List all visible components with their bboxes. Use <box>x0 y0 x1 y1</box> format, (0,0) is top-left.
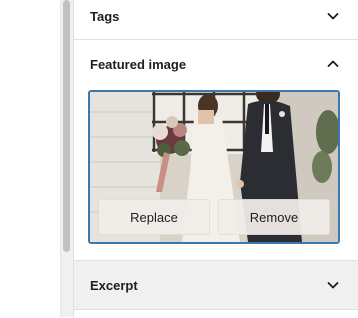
tags-panel-toggle[interactable]: Tags <box>74 0 358 40</box>
excerpt-panel-toggle[interactable]: Excerpt <box>74 261 358 309</box>
chevron-up-icon <box>327 60 339 67</box>
excerpt-panel-title: Excerpt <box>90 277 138 293</box>
scrollbar-thumb[interactable] <box>63 0 70 252</box>
chevron-down-icon <box>327 282 339 289</box>
left-content-edge <box>0 0 60 317</box>
featured-image-panel-toggle[interactable]: Featured image <box>74 40 358 88</box>
replace-image-button[interactable]: Replace <box>98 199 210 235</box>
featured-image-panel-title: Featured image <box>90 56 187 72</box>
remove-image-button[interactable]: Remove <box>218 199 330 235</box>
settings-sidebar-panel: Tags Featured image Replace Remove Excer… <box>74 0 358 318</box>
tags-panel-title: Tags <box>90 8 120 24</box>
chevron-down-icon <box>327 13 339 20</box>
